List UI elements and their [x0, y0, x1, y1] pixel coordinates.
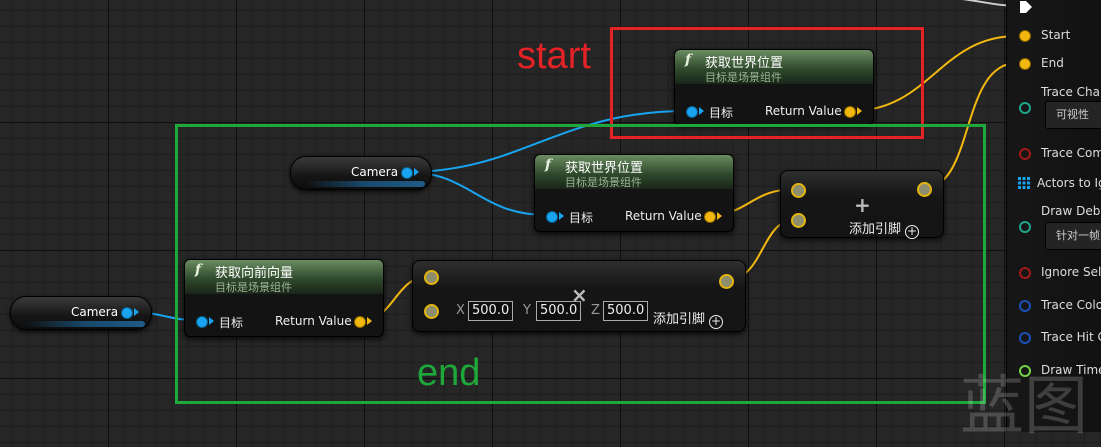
trace-complex-pin[interactable]: [1019, 148, 1031, 160]
end-pin-label: End: [1041, 56, 1064, 70]
end-pin[interactable]: [1019, 58, 1031, 70]
end-highlight-box: [175, 124, 986, 404]
start-pin-label: Start: [1041, 28, 1071, 42]
start-annotation: start: [517, 35, 591, 77]
start-highlight-box: [610, 27, 924, 139]
draw-debug-type-pin[interactable]: [1019, 221, 1031, 233]
trace-hit-color-label: Trace Hit Color: [1041, 330, 1101, 344]
trace-channel-dropdown[interactable]: 可视性: [1045, 101, 1101, 129]
trace-complex-label: Trace Complex: [1041, 146, 1101, 160]
draw-debug-type-label: Draw Debug Type: [1041, 204, 1101, 218]
array-grid-icon[interactable]: [1018, 177, 1030, 189]
watermark-logo: 蓝图: [960, 370, 1088, 444]
ignore-self-pin[interactable]: [1019, 267, 1031, 279]
camera-output-arrow-icon: [134, 308, 139, 316]
ignore-self-label: Ignore Self: [1041, 265, 1101, 279]
camera-variable-label: Camera: [71, 305, 119, 319]
trace-color-pin[interactable]: [1019, 300, 1031, 312]
actors-to-ignore-label: Actors to Ignore: [1037, 176, 1101, 190]
trace-color-label: Trace Color: [1041, 298, 1101, 312]
trace-channel-pin[interactable]: [1019, 102, 1031, 114]
start-pin[interactable]: [1019, 30, 1031, 42]
trace-channel-label: Trace Channel: [1041, 85, 1101, 99]
camera-variable-node[interactable]: Camera: [10, 296, 152, 330]
exec-input-icon[interactable]: [1019, 0, 1033, 14]
exec-wire: [962, 0, 1015, 7]
end-annotation: end: [417, 352, 481, 394]
draw-debug-type-dropdown[interactable]: 针对一帧: [1045, 222, 1101, 250]
trace-hit-color-pin[interactable]: [1019, 332, 1031, 344]
camera-output-pin[interactable]: [121, 307, 133, 319]
